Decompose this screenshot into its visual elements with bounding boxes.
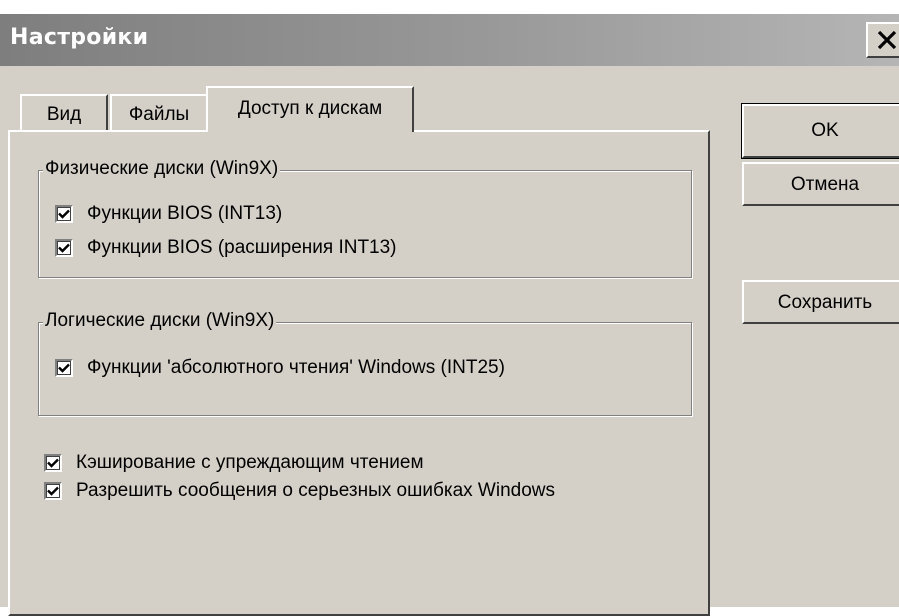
checkbox-bios-int13-ext[interactable] [55,239,73,257]
title-bar[interactable]: Настройки [0,14,899,66]
close-icon [877,30,897,50]
option-read-ahead-cache-label: Кэширование с упреждающим чтением [76,452,424,473]
save-button[interactable]: Сохранить [742,280,899,324]
option-read-ahead-cache[interactable]: Кэширование с упреждающим чтением [44,452,424,474]
checkmark-icon [58,363,70,373]
tab-files[interactable]: Файлы [110,94,208,132]
option-bios-int13-label: Функции BIOS (INT13) [87,203,283,224]
option-critical-errors[interactable]: Разрешить сообщения о серьезных ошибках … [44,480,555,502]
option-critical-errors-label: Разрешить сообщения о серьезных ошибках … [76,480,555,501]
checkmark-icon [58,243,70,253]
physical-disks-group: Физические диски (Win9X) Функции BIOS (I… [38,158,692,278]
checkbox-read-ahead-cache[interactable] [44,454,62,472]
tab-files-label: Файлы [128,104,190,125]
logical-disks-group-label: Логические диски (Win9X) [43,310,277,332]
option-bios-int13-ext[interactable]: Функции BIOS (расширения INT13) [55,237,397,259]
checkbox-bios-int13[interactable] [55,205,73,223]
ok-button[interactable]: OK [741,103,899,159]
window-title: Настройки [10,25,149,50]
checkmark-icon [58,209,70,219]
tab-panel: Физические диски (Win9X) Функции BIOS (I… [8,130,710,616]
option-bios-int13-ext-label: Функции BIOS (расширения INT13) [87,237,397,258]
physical-disks-group-label: Физические диски (Win9X) [43,158,281,180]
checkbox-critical-errors[interactable] [44,482,62,500]
cancel-button[interactable]: Отмена [742,162,899,206]
close-button[interactable] [866,22,899,58]
checkbox-int25[interactable] [55,359,73,377]
logical-disks-group: Логические диски (Win9X) Функции 'абсолю… [38,310,692,416]
tab-view-label: Вид [46,104,82,125]
settings-dialog: Настройки Вид Файлы Доступ к дискам Физи… [0,14,899,616]
tab-view[interactable]: Вид [20,94,108,132]
checkmark-icon [47,486,59,496]
tab-disk-access-label: Доступ к дискам [237,98,383,119]
checkmark-icon [47,458,59,468]
tab-disk-access[interactable]: Доступ к дискам [206,86,414,132]
option-int25-label: Функции 'абсолютного чтения' Windows (IN… [87,357,505,378]
option-int25[interactable]: Функции 'абсолютного чтения' Windows (IN… [55,357,505,379]
option-bios-int13[interactable]: Функции BIOS (INT13) [55,203,282,225]
